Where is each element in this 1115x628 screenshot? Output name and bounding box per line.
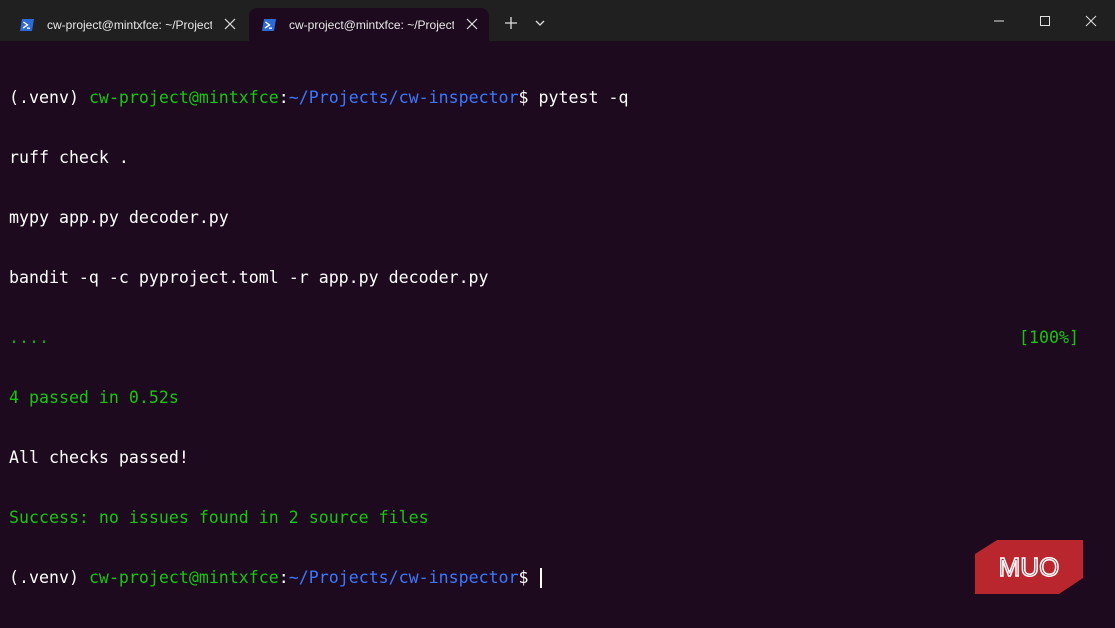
prompt-dollar: $ xyxy=(518,88,539,107)
tab-title: cw-project@mintxfce: ~/Projects/cw-inspe… xyxy=(289,17,454,32)
progress-line: .... [100%] xyxy=(9,328,1099,348)
command-text: pytest -q xyxy=(538,88,629,107)
maximize-button[interactable] xyxy=(1022,0,1068,41)
title-bar: cw-project@mintxfce: ~/Projects/cw-inspe… xyxy=(0,0,1115,41)
muo-watermark-logo: MUO xyxy=(975,540,1083,594)
maximize-icon xyxy=(1040,15,1050,26)
text-cursor xyxy=(539,568,542,588)
mypy-result: Success: no issues found in 2 source fil… xyxy=(9,508,429,527)
prompt-line: (.venv) cw-project@mintxfce:~/Projects/c… xyxy=(9,88,1099,108)
terminal-output[interactable]: (.venv) cw-project@mintxfce:~/Projects/c… xyxy=(9,48,1099,608)
venv-label: (.venv) xyxy=(9,88,89,107)
output-line: mypy app.py decoder.py xyxy=(9,208,229,227)
watermark-text: MUO xyxy=(999,552,1060,582)
prompt-user-host: cw-project@mintxfce xyxy=(88,568,279,587)
prompt-dollar: $ xyxy=(518,568,539,587)
close-icon xyxy=(1085,15,1097,26)
close-window-button[interactable] xyxy=(1068,0,1114,41)
ruff-result: All checks passed! xyxy=(9,448,189,467)
powershell-icon xyxy=(20,18,34,31)
tab-title: cw-project@mintxfce: ~/Projects/cw-inspe… xyxy=(47,17,212,32)
pytest-result: 4 passed in 0.52s xyxy=(9,388,179,407)
prompt-path: ~/Projects/cw-inspector xyxy=(288,568,519,587)
plus-icon[interactable] xyxy=(501,13,521,33)
progress-dots: .... xyxy=(9,328,49,347)
output-line: bandit -q -c pyproject.toml -r app.py de… xyxy=(9,268,489,287)
prompt-line: (.venv) cw-project@mintxfce:~/Projects/c… xyxy=(9,568,1099,588)
tab-terminal-2[interactable]: cw-project@mintxfce: ~/Projects/cw-inspe… xyxy=(249,8,489,41)
powershell-icon xyxy=(262,18,276,31)
venv-label: (.venv) xyxy=(9,568,89,587)
prompt-path: ~/Projects/cw-inspector xyxy=(288,88,519,107)
chevron-down-icon[interactable] xyxy=(532,14,548,32)
minimize-icon xyxy=(994,20,1004,21)
progress-percent: [100%] xyxy=(1019,328,1079,347)
tab-terminal-1[interactable]: cw-project@mintxfce: ~/Projects/cw-inspe… xyxy=(7,8,247,41)
prompt-colon: : xyxy=(278,88,289,107)
close-tab-icon[interactable] xyxy=(223,17,237,31)
close-tab-icon[interactable] xyxy=(465,17,479,31)
output-line: ruff check . xyxy=(9,148,129,167)
minimize-button[interactable] xyxy=(976,0,1022,41)
prompt-colon: : xyxy=(278,568,289,587)
prompt-user-host: cw-project@mintxfce xyxy=(88,88,279,107)
